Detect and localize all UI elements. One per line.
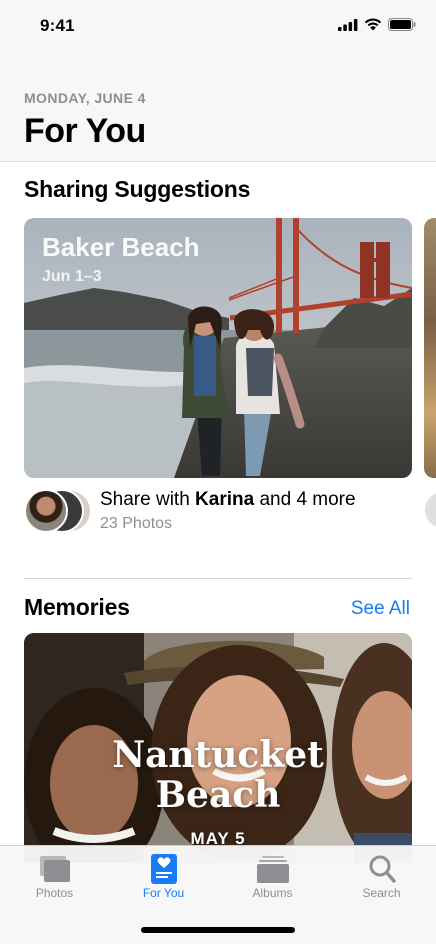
page-title: For You [24, 112, 146, 150]
tab-for-you-label: For You [142, 886, 185, 900]
avatar-group[interactable] [24, 489, 94, 533]
header-date: MONDAY, JUNE 4 [24, 90, 146, 106]
next-avatar-peek [423, 490, 436, 530]
tab-albums[interactable]: Albums [218, 846, 327, 906]
tab-albums-label: Albums [252, 886, 293, 900]
memory-title-line-1: Nantucket [112, 734, 324, 776]
tab-for-you[interactable]: For You [109, 846, 218, 906]
memory-title-line-2: Beach [155, 774, 281, 816]
photos-stack-icon [39, 856, 70, 882]
avatar [24, 489, 68, 533]
wifi-icon [364, 18, 382, 31]
cellular-signal-icon [338, 18, 358, 31]
card-date: Jun 1–3 [42, 268, 102, 285]
status-time: 9:41 [40, 16, 75, 35]
tab-photos[interactable]: Photos [0, 846, 109, 906]
share-with-text[interactable]: Share with Karina and 4 more [100, 489, 356, 511]
see-all-button[interactable]: See All [351, 598, 410, 620]
memory-card[interactable]: Nantucket Beach MAY 5 [24, 633, 412, 863]
memory-title: Nantucket Beach [24, 735, 412, 815]
tab-search[interactable]: Search [327, 846, 436, 906]
home-indicator[interactable] [141, 927, 295, 933]
header: MONDAY, JUNE 4 For You [0, 54, 436, 162]
share-suffix: and 4 more [254, 489, 356, 510]
battery-icon [388, 18, 416, 31]
sharing-suggestion-card[interactable]: Baker Beach Jun 1–3 [24, 218, 412, 478]
card-title: Baker Beach [42, 232, 200, 262]
memories-heading: Memories [24, 594, 130, 620]
share-name: Karina [195, 489, 255, 510]
tab-photos-label: Photos [35, 886, 74, 900]
status-icons [338, 18, 416, 31]
magnifier-icon [369, 855, 396, 883]
next-suggestion-card-peek[interactable] [424, 218, 436, 478]
sharing-suggestions-heading: Sharing Suggestions [24, 176, 251, 202]
share-prefix: Share with [100, 489, 196, 510]
photo-count: 23 Photos [100, 515, 173, 532]
section-divider [24, 578, 412, 579]
tab-search-label: Search [362, 886, 401, 900]
for-you-heart-icon [150, 854, 177, 884]
albums-stack-icon [256, 856, 289, 883]
status-bar: 9:41 [0, 0, 436, 54]
